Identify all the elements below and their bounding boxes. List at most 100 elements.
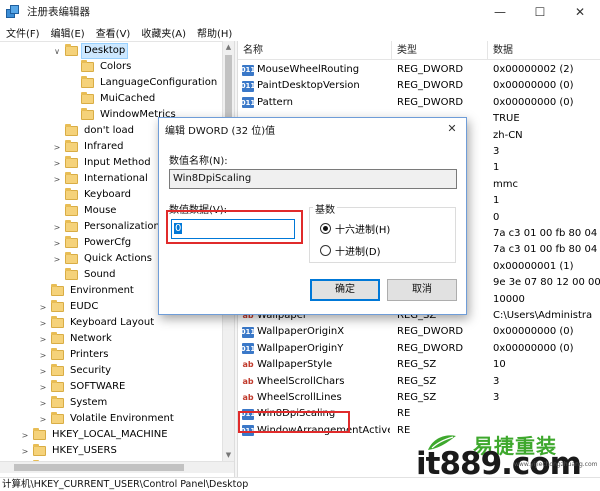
column-header-type[interactable]: 类型 [392,41,488,60]
value-row[interactable]: 011 WallpaperOriginY REG_DWORD 0x00000000 (… [238,341,600,357]
tree-item[interactable]: > Infrared [52,139,126,155]
tree-item[interactable]: Colors [68,59,134,75]
highlight-data-input [166,210,303,244]
expand-chevron-icon[interactable]: > [38,318,48,328]
tree-item[interactable]: > Volatile Environment [38,411,177,427]
menu-help[interactable]: 帮助(H) [191,25,237,40]
menu-view[interactable]: 查看(V) [90,25,136,40]
tree-item[interactable]: > Printers [38,347,111,363]
collapse-chevron-icon[interactable]: ∨ [52,46,62,56]
expand-chevron-icon[interactable]: > [38,366,48,376]
column-header-data[interactable]: 数据 [488,41,600,60]
value-name-label: 数值名称(N): [169,156,228,167]
tree-item[interactable]: > Quick Actions [52,251,155,267]
tree-item[interactable]: LanguageConfiguration [68,75,220,91]
expand-chevron-icon[interactable]: > [52,222,62,232]
radio-dec[interactable] [320,245,331,256]
tree-item[interactable]: MuiCached [68,91,158,107]
folder-icon [51,412,64,424]
tree-item[interactable]: > HKEY_USERS [20,443,120,459]
tree-item[interactable]: > SOFTWARE [38,379,128,395]
tree-item[interactable]: > HKEY_LOCAL_MACHINE [20,427,171,443]
value-data-cell: 7a c3 01 00 fb 80 04 [493,244,598,256]
value-type-cell: RE [397,408,411,420]
tree-item[interactable]: > Network [38,331,115,347]
tree-item[interactable]: don't load [52,123,137,139]
menu-edit[interactable]: 编辑(E) [45,25,90,40]
folder-icon [65,140,78,152]
regedit-icon [6,4,20,19]
folder-icon [65,204,78,216]
column-header-name[interactable]: 名称 [238,41,392,60]
dialog-close-icon[interactable]: ✕ [444,121,460,137]
cancel-button[interactable]: 取消 [387,279,457,301]
value-data-cell: 7a c3 01 00 fb 80 04 [493,228,598,239]
tree-item[interactable]: > Personalization [52,219,163,235]
menu-file[interactable]: 文件(F) [0,25,45,40]
expand-chevron-icon[interactable]: > [38,350,48,360]
tree-item-label: Mouse [84,205,117,216]
scroll-up-icon[interactable]: ▲ [223,41,234,53]
folder-icon [65,124,78,136]
folder-icon [65,236,78,248]
minimize-button[interactable]: — [480,0,520,23]
tree-item-label: Desktop [81,43,129,59]
close-button[interactable]: ✕ [560,0,600,23]
folder-icon [81,108,94,120]
value-data-cell: 0x00000000 (0) [493,326,574,338]
maximize-button[interactable]: ☐ [520,0,560,23]
tree-horizontal-scrollbar[interactable] [0,461,234,473]
menu-favorites[interactable]: 收藏夹(A) [135,25,191,40]
tree-item[interactable]: Environment [38,283,137,299]
expand-chevron-icon[interactable]: > [38,302,48,312]
tree-item[interactable]: Keyboard [52,187,134,203]
highlight-value-name [238,411,350,433]
value-data-cell: 0x00000000 (0) [493,80,574,92]
expand-chevron-icon[interactable]: > [52,158,62,168]
expand-chevron-icon[interactable]: > [20,446,30,456]
tree-item[interactable]: > System [38,395,110,411]
value-row[interactable]: 011 Pattern REG_DWORD 0x00000000 (0) [238,95,600,111]
value-row[interactable]: ab WallpaperStyle REG_SZ 10 [238,357,600,373]
radio-hex[interactable] [320,223,331,234]
expand-chevron-icon[interactable]: > [52,174,62,184]
tree-item[interactable]: Mouse [52,203,119,219]
scroll-down-icon[interactable]: ▼ [223,449,234,461]
scroll-thumb[interactable] [14,464,184,471]
value-row[interactable]: ab WheelScrollLines REG_SZ 3 [238,390,600,406]
tree-item[interactable]: Sound [52,267,119,283]
radio-hex-row[interactable]: 十六进制(H) [320,221,390,236]
tree-item[interactable]: > Keyboard Layout [38,315,157,331]
reg-binary-icon: 011 [242,80,256,92]
tree-item[interactable]: > Security [38,363,114,379]
expand-chevron-icon[interactable]: > [52,142,62,152]
expand-chevron-icon[interactable]: > [38,414,48,424]
tree-item[interactable]: > International [52,171,151,187]
expand-chevron-icon[interactable]: > [38,382,48,392]
expand-chevron-icon[interactable]: > [52,238,62,248]
tree-item[interactable]: ∨ Desktop [52,43,129,59]
value-row[interactable]: ab WheelScrollChars REG_SZ 3 [238,374,600,390]
expand-chevron-icon[interactable]: > [20,430,30,440]
expand-chevron-icon[interactable]: > [38,334,48,344]
tree-item[interactable]: > Input Method [52,155,154,171]
value-row[interactable]: 011 PaintDesktopVersion REG_DWORD 0x0000000… [238,78,600,94]
value-type-cell: REG_SZ [397,392,437,403]
tree-item[interactable]: > PowerCfg [52,235,134,251]
tree-item-label: System [70,397,108,408]
expand-chevron-icon[interactable]: > [38,398,48,408]
menu-bar: 文件(F) 编辑(E) 查看(V) 收藏夹(A) 帮助(H) [0,23,600,41]
tree-item[interactable]: > EUDC [38,299,101,315]
expand-chevron-icon[interactable]: > [52,254,62,264]
tree-item-label: don't load [84,125,135,136]
reg-string-icon: ab [242,393,254,402]
no-toggle [52,270,62,280]
value-data-cell: 3 [493,392,500,403]
value-type-cell: REG_SZ [397,375,437,387]
tree-item-label: Quick Actions [84,253,152,264]
folder-icon [33,428,46,440]
ok-button[interactable]: 确定 [310,279,380,301]
radio-dec-row[interactable]: 十进制(D) [320,243,381,258]
value-row[interactable]: 011 MouseWheelRouting REG_DWORD 0x00000002 … [238,62,600,78]
value-row[interactable]: 011 WallpaperOriginX REG_DWORD 0x00000000 (… [238,324,600,340]
